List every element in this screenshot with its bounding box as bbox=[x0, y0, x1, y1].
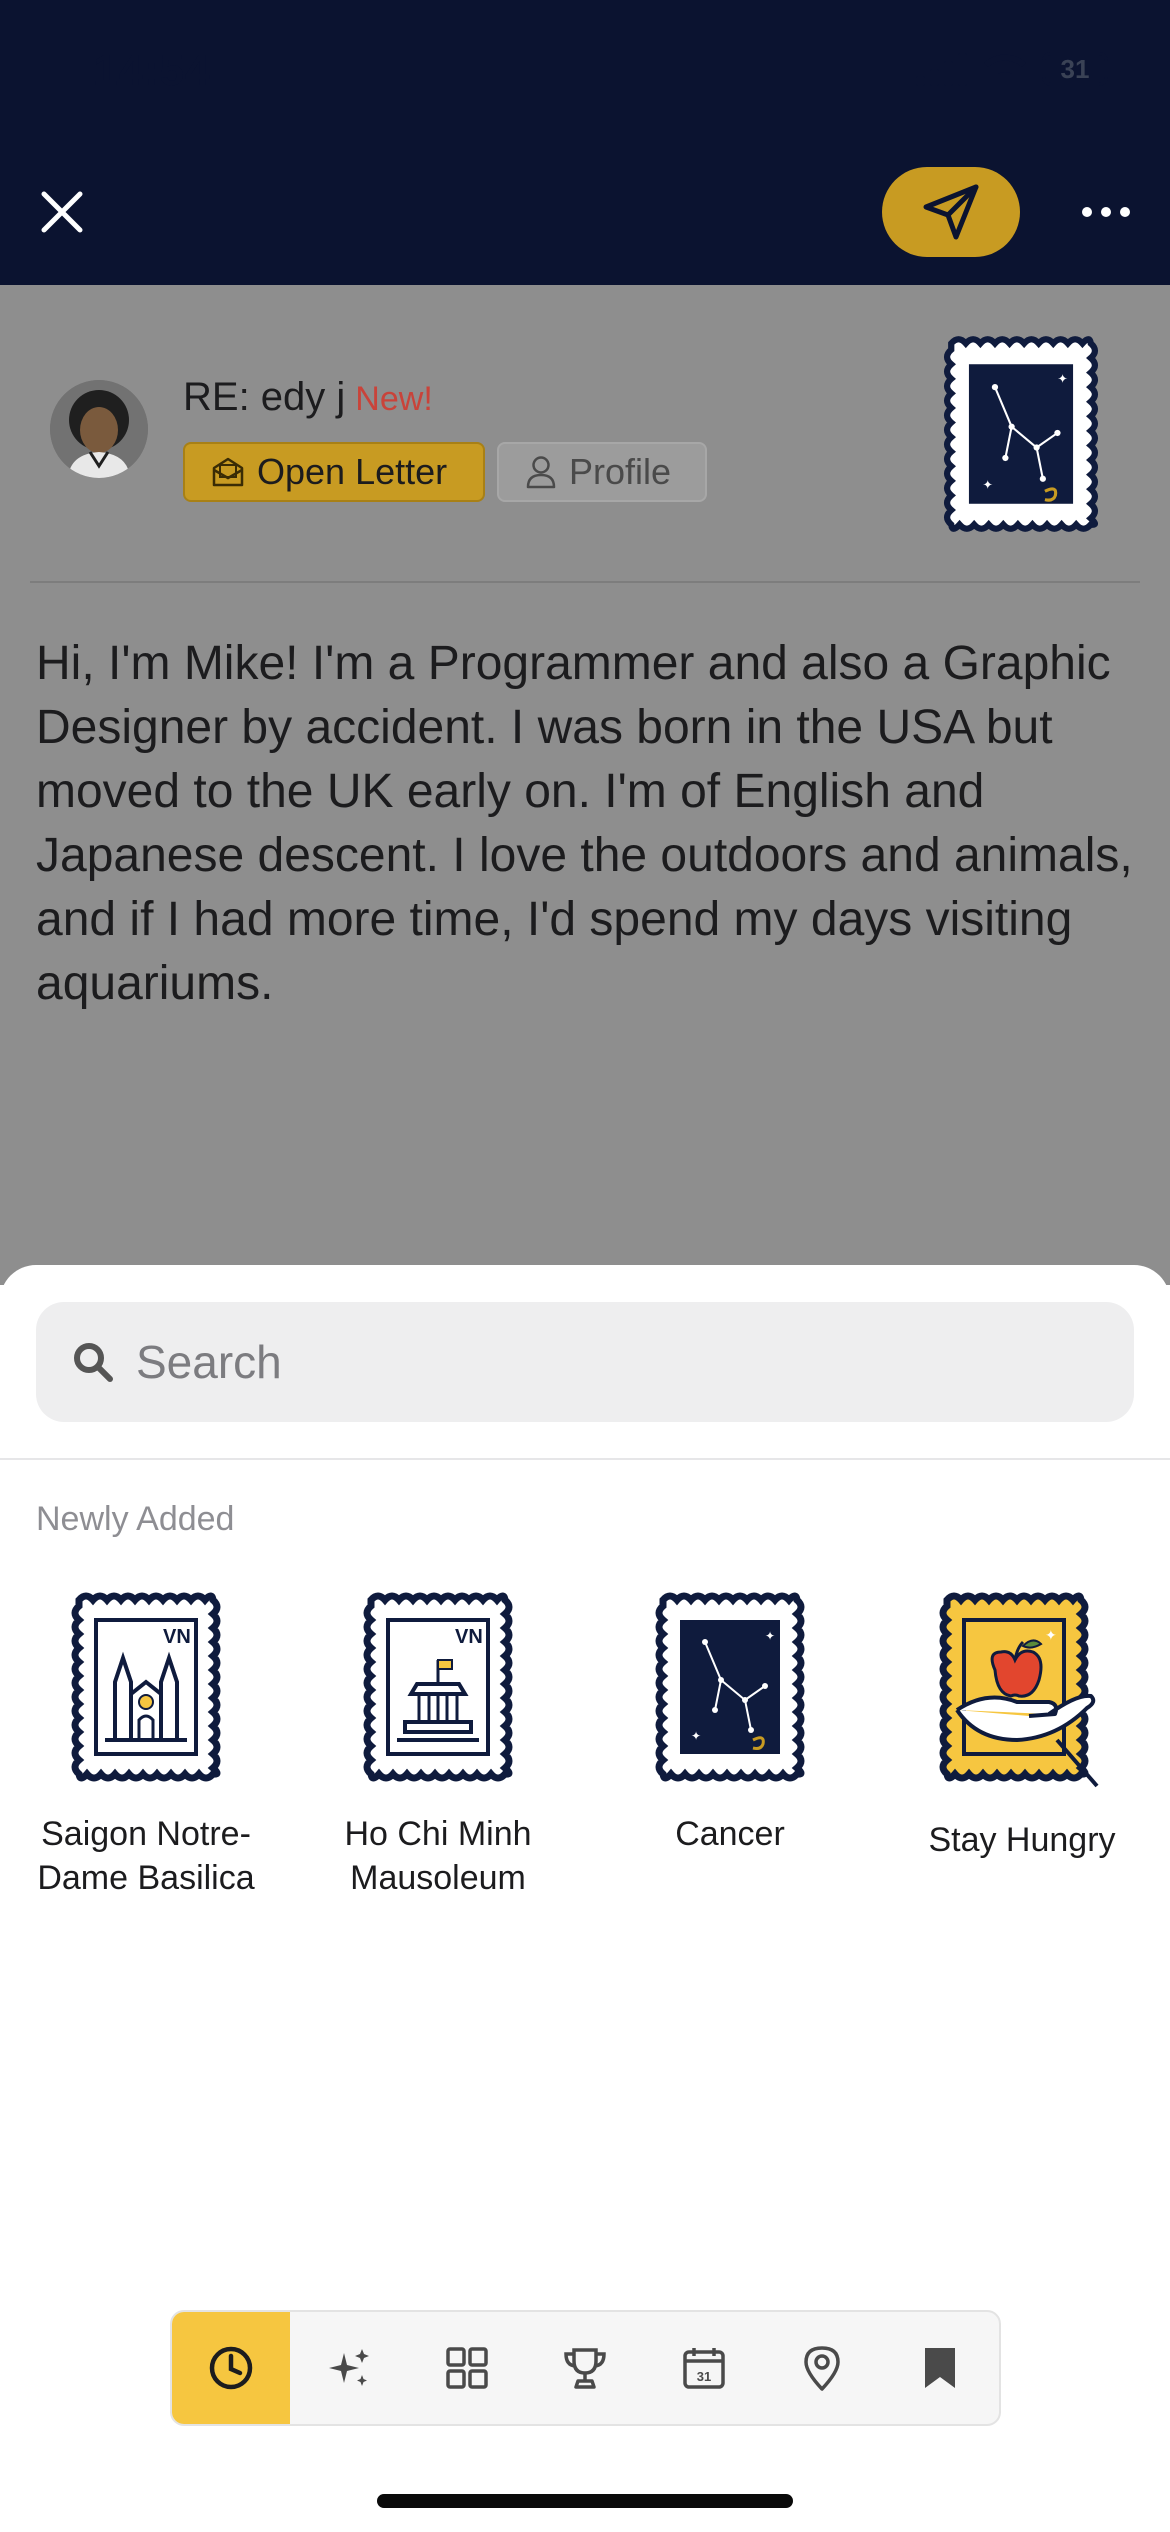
more-options-button[interactable] bbox=[1075, 190, 1137, 234]
stamp-badge: VN bbox=[455, 1626, 483, 1648]
svg-text:✦: ✦ bbox=[1045, 1628, 1057, 1644]
category-tab-bar: 31 bbox=[170, 2310, 1001, 2426]
user-avatar-icon bbox=[50, 380, 148, 478]
person-icon bbox=[526, 456, 556, 489]
basilica-stamp-icon: VN bbox=[71, 1592, 221, 1782]
tab-calendar[interactable]: 31 bbox=[645, 2312, 763, 2424]
stamp-name: Ho Chi Minh Mausoleum bbox=[344, 1815, 532, 1897]
search-icon bbox=[74, 1343, 113, 1382]
letter-body: Hi, I'm Mike! I'm a Programmer and also … bbox=[36, 637, 1133, 1010]
letter-subject: RE: edy j New! bbox=[183, 375, 433, 420]
profile-button[interactable]: Profile bbox=[497, 442, 707, 502]
clock-icon bbox=[209, 2346, 253, 2390]
map-pin-icon bbox=[804, 2346, 840, 2391]
cellular-signal-icon bbox=[916, 53, 967, 86]
tab-saved[interactable] bbox=[881, 2312, 999, 2424]
constellation-stamp-icon: ✦ ✦ bbox=[655, 1592, 805, 1782]
calendar-icon: 31 bbox=[682, 2348, 725, 2389]
tab-recent[interactable] bbox=[172, 2312, 291, 2424]
stamp-item[interactable]: ✦ ✦ Cancer bbox=[584, 1590, 876, 1900]
stamp-item[interactable]: VN Saigon Notre-Dame Basilica bbox=[0, 1590, 292, 1900]
calendar-day: 31 bbox=[696, 2369, 710, 2384]
status-time: 14:54 bbox=[93, 46, 211, 95]
mausoleum-stamp-icon: VN bbox=[363, 1592, 513, 1782]
stamp-item[interactable]: ✦ Stay Hungry bbox=[876, 1590, 1168, 1900]
paper-plane-icon bbox=[923, 184, 979, 240]
svg-text:✦: ✦ bbox=[765, 1629, 775, 1643]
svg-text:✦: ✦ bbox=[982, 477, 992, 492]
bookmark-icon bbox=[924, 2348, 955, 2388]
stamp-name: Stay Hungry bbox=[928, 1821, 1116, 1859]
battery-indicator: 31 bbox=[1042, 52, 1108, 86]
tab-achievements[interactable] bbox=[526, 2312, 644, 2424]
tab-collections[interactable] bbox=[408, 2312, 526, 2424]
tab-new[interactable] bbox=[290, 2312, 408, 2424]
svg-text:✦: ✦ bbox=[1057, 371, 1067, 386]
avatar[interactable] bbox=[50, 380, 148, 478]
stamp-grid: VN Saigon Notre-Dame Basilica VN Ho Chi … bbox=[0, 1590, 1170, 1900]
section-title: Newly Added bbox=[36, 1500, 235, 1538]
subject-text: RE: edy j bbox=[183, 375, 346, 419]
search-input[interactable] bbox=[136, 1335, 1036, 1389]
content-divider bbox=[30, 581, 1140, 583]
close-icon bbox=[41, 191, 83, 233]
apple-hand-stamp-icon: ✦ bbox=[939, 1592, 1099, 1788]
grid-icon bbox=[446, 2347, 489, 2389]
status-icons: 31 bbox=[916, 52, 1108, 86]
top-nav-bar: 14:54 31 bbox=[0, 0, 1170, 285]
letter-stamp: ✦ ✦ bbox=[940, 333, 1102, 540]
svg-text:✦: ✦ bbox=[691, 1729, 701, 1743]
constellation-stamp-icon: ✦ ✦ bbox=[943, 336, 1099, 532]
open-letter-button[interactable]: Open Letter bbox=[183, 442, 485, 502]
stamp-badge: VN bbox=[163, 1626, 191, 1648]
ellipsis-icon bbox=[1082, 207, 1130, 217]
send-button[interactable] bbox=[882, 167, 1020, 257]
open-letter-label: Open Letter bbox=[257, 451, 448, 492]
trophy-icon bbox=[564, 2348, 607, 2389]
search-field[interactable] bbox=[36, 1302, 1134, 1422]
envelope-open-icon bbox=[212, 457, 244, 487]
sheet-divider bbox=[0, 1458, 1170, 1460]
stamp-name: Cancer bbox=[675, 1815, 785, 1853]
sparkles-icon bbox=[329, 2349, 370, 2386]
stamp-name: Saigon Notre-Dame Basilica bbox=[37, 1815, 255, 1897]
profile-label: Profile bbox=[569, 451, 672, 492]
stamp-item[interactable]: VN Ho Chi Minh Mausoleum bbox=[292, 1590, 584, 1900]
home-indicator bbox=[377, 2494, 793, 2508]
wifi-icon bbox=[983, 54, 1027, 84]
close-button[interactable] bbox=[30, 180, 94, 244]
new-badge: New! bbox=[355, 380, 433, 418]
tab-places[interactable] bbox=[763, 2312, 881, 2424]
